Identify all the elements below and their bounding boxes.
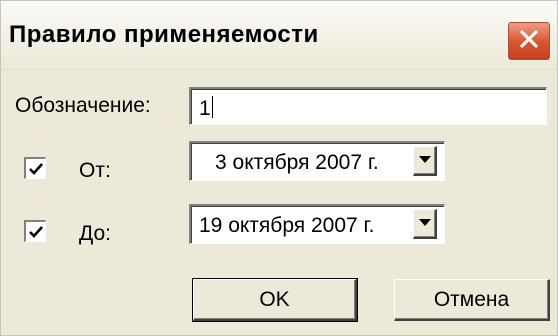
checkmark-icon <box>29 226 43 238</box>
title-bar[interactable]: Правило применяемости <box>1 1 557 70</box>
from-date-dropdown-button[interactable] <box>413 146 437 176</box>
from-label: От: <box>79 159 111 182</box>
cancel-button[interactable]: Отмена <box>394 279 550 321</box>
designation-label: Обозначение: <box>15 94 151 117</box>
checkmark-icon <box>29 163 43 175</box>
to-date-picker[interactable]: 19 октября 2007 г. <box>189 204 445 244</box>
designation-value: 1 <box>199 97 211 120</box>
close-button[interactable] <box>507 21 551 61</box>
from-date-picker[interactable]: 3 октября 2007 г. <box>189 141 445 181</box>
window-title: Правило применяемости <box>9 21 319 48</box>
chevron-down-icon <box>419 156 431 163</box>
from-checkbox[interactable] <box>24 157 46 179</box>
to-date-dropdown-button[interactable] <box>413 209 437 239</box>
text-caret <box>211 96 213 118</box>
designation-input[interactable]: 1 <box>189 87 547 125</box>
ok-button[interactable]: OK <box>192 278 358 322</box>
chevron-down-icon <box>419 219 431 226</box>
to-date-value: 19 октября 2007 г. <box>199 214 375 237</box>
to-label: До: <box>79 222 111 245</box>
to-checkbox[interactable] <box>24 220 46 242</box>
dialog-window: Правило применяемости Обозначение: 1 От:… <box>0 0 558 336</box>
close-icon <box>518 28 540 55</box>
from-date-value: 3 октября 2007 г. <box>215 151 379 174</box>
